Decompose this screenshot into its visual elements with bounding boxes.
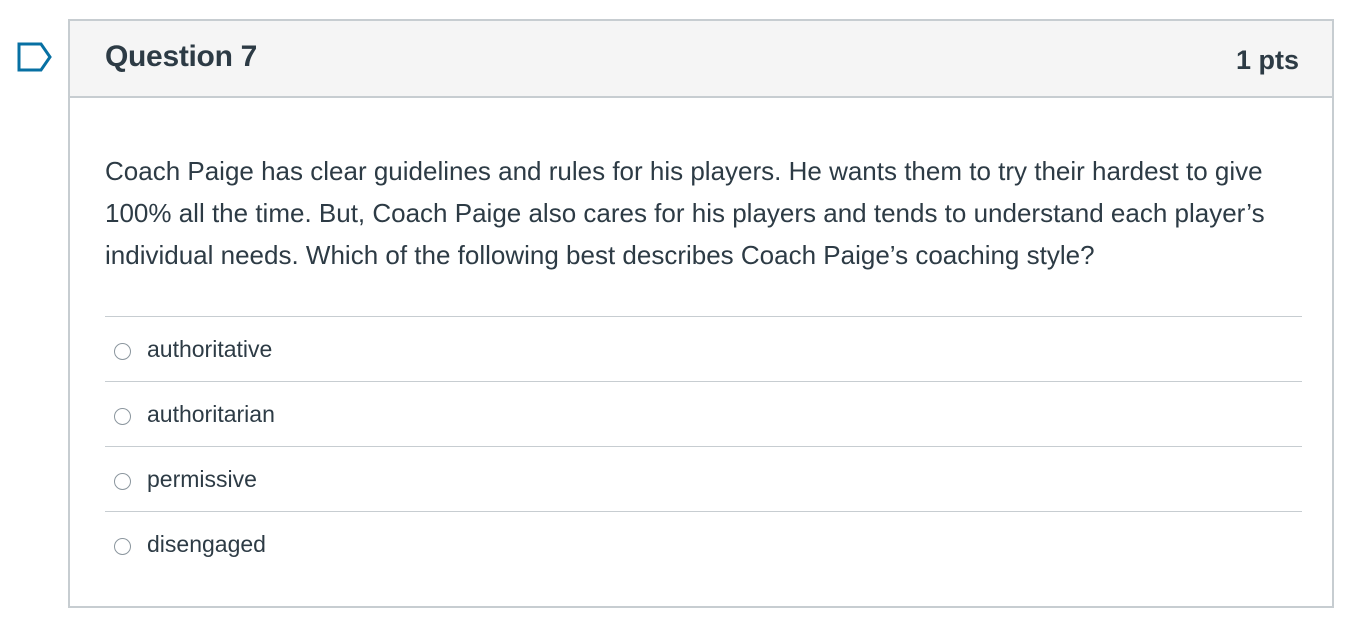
question-body: Coach Paige has clear guidelines and rul…	[70, 150, 1332, 576]
radio-button[interactable]	[114, 537, 131, 555]
question-points: 1 pts	[1235, 45, 1299, 75]
answer-label[interactable]: disengaged	[147, 531, 266, 558]
answer-label[interactable]: authoritative	[147, 336, 272, 363]
question-header: Question 7 1 pts	[70, 21, 1332, 98]
question-text: Coach Paige has clear guidelines and rul…	[105, 156, 1265, 270]
question-title: Question 7	[105, 39, 258, 73]
answer-option[interactable]: authoritative	[105, 316, 1302, 381]
question-card: Question 7 1 pts Coach Paige has clear g…	[68, 19, 1334, 608]
flag-question-icon[interactable]	[17, 42, 53, 72]
radio-button[interactable]	[114, 407, 131, 425]
radio-button[interactable]	[114, 342, 131, 360]
answer-option[interactable]: permissive	[105, 446, 1302, 511]
answer-option[interactable]: disengaged	[105, 511, 1302, 576]
radio-button[interactable]	[114, 472, 131, 490]
answer-label[interactable]: permissive	[147, 466, 257, 493]
answer-list: authoritative authoritarian permissive d…	[105, 316, 1302, 576]
answer-option[interactable]: authoritarian	[105, 381, 1302, 446]
answer-label[interactable]: authoritarian	[147, 401, 275, 428]
